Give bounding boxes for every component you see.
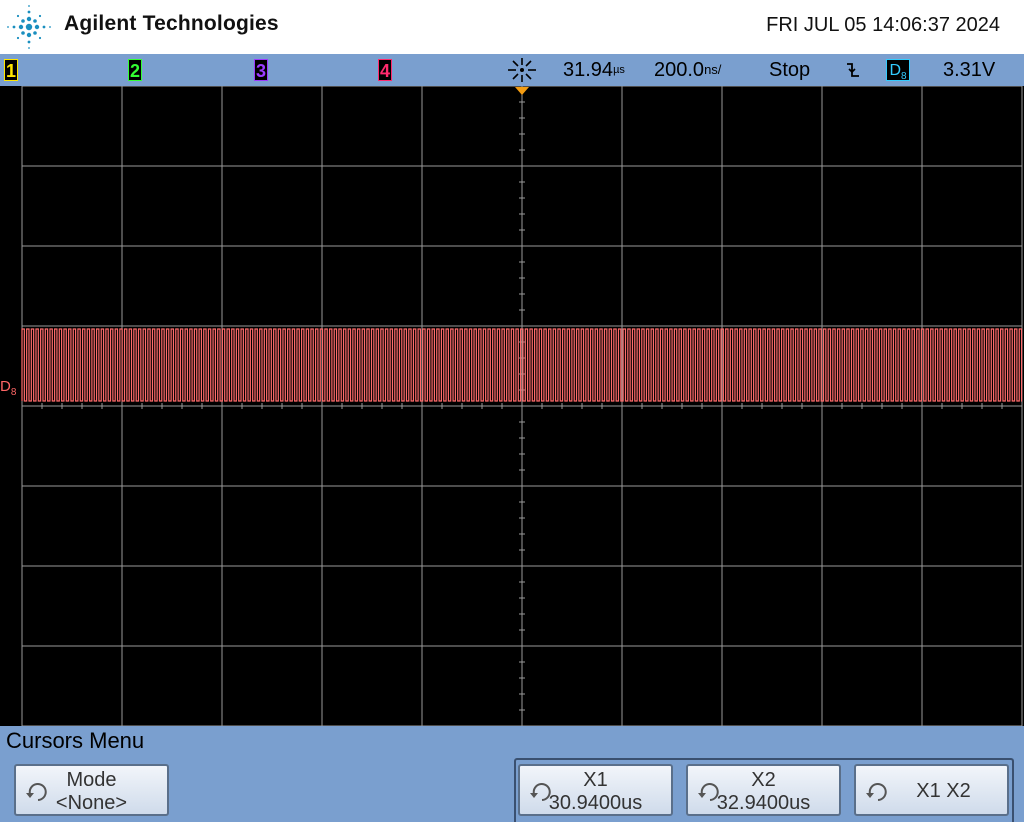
mode-softkey[interactable]: Mode <None>	[14, 764, 169, 816]
x1-x2-label: X1 X2	[916, 780, 971, 802]
d8-letter: D	[0, 378, 11, 395]
waveform-display[interactable]: D8	[0, 86, 1024, 726]
d8-index: 8	[10, 387, 17, 398]
mode-label: Mode	[66, 769, 117, 791]
x2-label: X2	[751, 769, 776, 791]
run-state: Stop	[769, 59, 811, 81]
brand-name: Agilent Technologies	[64, 12, 279, 35]
delay-unit: µs	[613, 64, 625, 76]
delay-value[interactable]: 31.94µs	[563, 58, 625, 82]
timebase-value[interactable]: 200.0ns/	[654, 58, 721, 82]
trigger-source-index: 8	[901, 71, 907, 83]
channel-2-indicator[interactable]: 2	[128, 59, 142, 81]
trigger-source-letter: D	[889, 62, 901, 79]
timebase-number: 200.0	[654, 59, 705, 81]
x1-label: X1	[583, 769, 608, 791]
trigger-level[interactable]: 3.31V	[943, 58, 995, 82]
x2-softkey[interactable]: X2 32.9400us	[686, 764, 841, 816]
status-bar: 1 2 3 4 31.94µs 200.0ns/ Stop D8 3.31V	[0, 54, 1024, 86]
delay-number: 31.94	[563, 59, 614, 81]
x1-value: 30.9400us	[548, 792, 643, 814]
softkey-menu: Cursors Menu Mode <None> X1 30.9400us X2…	[0, 726, 1024, 822]
mode-value: <None>	[55, 792, 128, 814]
menu-title: Cursors Menu	[6, 728, 145, 753]
channel-3-indicator[interactable]: 3	[254, 59, 268, 81]
trigger-position-icon	[508, 58, 536, 82]
graticule	[21, 86, 1023, 726]
x1-x2-softkey[interactable]: X1 X2	[854, 764, 1009, 816]
channel-4-indicator[interactable]: 4	[378, 59, 392, 81]
trigger-marker	[515, 87, 529, 95]
channel-1-indicator[interactable]: 1	[4, 59, 18, 81]
x1-softkey[interactable]: X1 30.9400us	[518, 764, 673, 816]
header: Agilent Technologies FRI JUL 05 14:06:37…	[0, 0, 1024, 54]
agilent-spark-icon	[7, 5, 51, 49]
trigger-source-badge[interactable]: D8	[886, 59, 910, 83]
x2-value: 32.9400us	[716, 792, 811, 814]
d8-channel-label: D8	[0, 378, 16, 398]
timebase-unit: ns/	[704, 62, 722, 77]
datetime: FRI JUL 05 14:06:37 2024	[766, 14, 1000, 36]
falling-edge-icon	[847, 63, 859, 77]
